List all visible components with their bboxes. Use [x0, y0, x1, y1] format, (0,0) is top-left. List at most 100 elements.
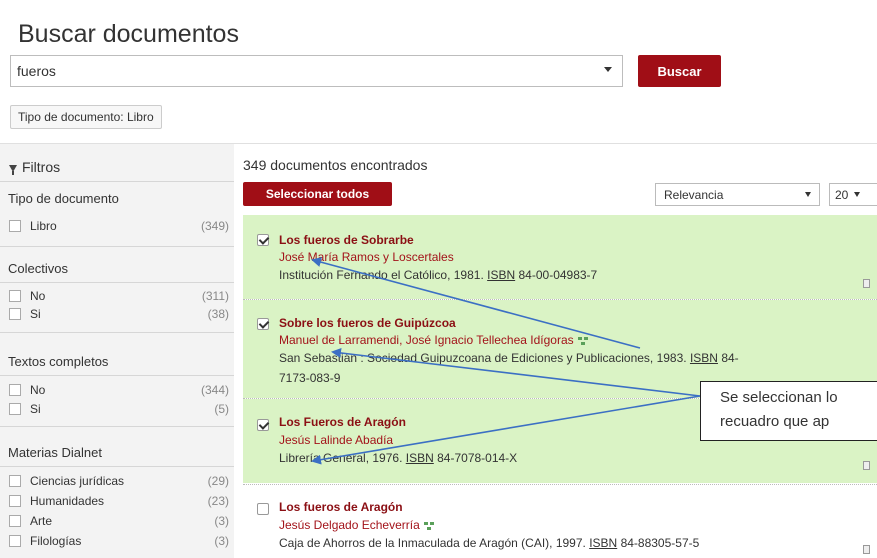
section-title-collectives: Colectivos: [8, 261, 68, 276]
checkbox[interactable]: [9, 220, 21, 232]
result-author-names[interactable]: Manuel de Larramendi, José Ignacio Telle…: [279, 333, 574, 347]
search-input[interactable]: fueros: [10, 55, 623, 87]
filter-option-legal-sciences[interactable]: Ciencias jurídicas (29): [9, 474, 229, 490]
checkbox[interactable]: [9, 495, 21, 507]
isbn-label: ISBN: [405, 451, 434, 465]
sort-select[interactable]: Relevancia: [655, 183, 820, 206]
divider: [0, 332, 234, 333]
result-author-names[interactable]: Jesús Delgado Echeverría: [279, 518, 420, 532]
filter-option-count: (5): [214, 402, 229, 416]
isbn-continued: 7173-083-9: [279, 371, 341, 385]
result-publication: Institución Fernando el Católico, 1981. …: [279, 268, 597, 282]
result-checkbox[interactable]: [257, 503, 269, 515]
filter-option-label: Filologías: [30, 534, 82, 548]
isbn-label: ISBN: [589, 536, 618, 550]
result-checkbox[interactable]: [257, 419, 270, 431]
chevron-down-icon[interactable]: [805, 192, 811, 197]
section-title-full-texts: Textos completos: [8, 354, 109, 369]
result-author[interactable]: Jesús Lalinde Abadía: [279, 433, 393, 447]
result-publisher: Caja de Ahorros de la Inmaculada de Arag…: [279, 536, 586, 550]
result-author[interactable]: Jesús Delgado Echeverría: [279, 518, 436, 532]
document-icon[interactable]: [863, 545, 870, 554]
isbn-value: 84-88305-57-5: [620, 536, 700, 550]
result-title[interactable]: Los fueros de Sobrarbe: [279, 233, 414, 247]
filter-option-count: (311): [201, 289, 229, 303]
search-input-value: fueros: [17, 63, 56, 79]
document-icon[interactable]: [863, 461, 870, 470]
filter-option-label: No: [30, 289, 46, 303]
filter-option-count: (349): [200, 219, 229, 233]
isbn-value: 84-: [721, 351, 739, 365]
result-publication: San Sebastián : Sociedad Guipuzcoana de …: [279, 351, 739, 365]
divider: [0, 181, 234, 182]
filter-option-philologies[interactable]: Filologías (3): [9, 534, 229, 550]
filter-option-label: Arte: [30, 514, 53, 528]
search-button[interactable]: Buscar: [638, 55, 721, 87]
filter-option-label: Si: [30, 307, 41, 321]
checkmark-icon: [258, 234, 270, 245]
chevron-down-icon[interactable]: [854, 192, 860, 197]
filter-option-label: Ciencias jurídicas: [30, 474, 125, 488]
filter-option-count: (3): [214, 534, 229, 548]
isbn-value: 84-7078-014-X: [437, 451, 518, 465]
active-filter-chip[interactable]: Tipo de documento: Libro: [10, 105, 162, 129]
per-page-select[interactable]: 20: [829, 183, 877, 206]
per-page-value: 20: [835, 188, 849, 202]
filter-icon-stem: [12, 171, 14, 175]
annotation-callout: Se seleccionan lo recuadro que ap: [700, 381, 877, 441]
result-title[interactable]: Los fueros de Aragón: [279, 500, 403, 514]
filter-option-libro[interactable]: Libro (349): [9, 219, 229, 235]
filters-sidebar: Filtros Tipo de documento Libro (349) Co…: [0, 144, 234, 558]
filter-option-humanities[interactable]: Humanidades (23): [9, 494, 229, 510]
filter-option-label: Si: [30, 402, 41, 416]
section-title-document-type: Tipo de documento: [8, 191, 119, 206]
filter-option-count: (29): [207, 474, 229, 488]
filter-option-label: Libro: [30, 219, 57, 233]
filter-option-fulltext-si[interactable]: Si (5): [9, 402, 229, 418]
result-item: Los fueros de Sobrarbe José María Ramos …: [243, 215, 877, 299]
filter-option-count: (38): [207, 307, 229, 321]
filter-option-fulltext-no[interactable]: No (344): [9, 383, 229, 399]
isbn-label: ISBN: [487, 268, 516, 282]
select-all-button[interactable]: Seleccionar todos: [243, 182, 392, 206]
filter-option-collectives-si[interactable]: Si (38): [9, 307, 229, 323]
result-checkbox[interactable]: [257, 318, 270, 330]
network-icon: [577, 336, 590, 345]
callout-line-1: Se seleccionan lo: [720, 389, 838, 406]
chevron-down-icon[interactable]: [604, 67, 612, 72]
filter-option-collectives-no[interactable]: No (311): [9, 289, 229, 305]
result-publisher: San Sebastián : Sociedad Guipuzcoana de …: [279, 351, 687, 365]
callout-line-2: recuadro que ap: [720, 413, 830, 430]
checkmark-icon: [258, 318, 270, 329]
isbn-label: ISBN: [689, 351, 718, 365]
page-title: Buscar documentos: [18, 20, 239, 48]
checkbox[interactable]: [9, 515, 21, 527]
checkbox[interactable]: [9, 384, 21, 396]
result-title[interactable]: Sobre los fueros de Guipúzcoa: [279, 316, 456, 330]
result-author[interactable]: Manuel de Larramendi, José Ignacio Telle…: [279, 333, 590, 347]
network-icon: [423, 521, 436, 530]
filter-option-label: No: [30, 383, 46, 397]
checkbox[interactable]: [9, 535, 21, 547]
divider: [0, 246, 234, 247]
result-checkbox[interactable]: [257, 234, 270, 246]
result-publisher: Librería General, 1976.: [279, 451, 403, 465]
divider: [0, 375, 234, 376]
filter-option-art[interactable]: Arte (3): [9, 514, 229, 530]
result-publication: Librería General, 1976. ISBN 84-7078-014…: [279, 451, 517, 465]
result-title[interactable]: Los Fueros de Aragón: [279, 415, 406, 429]
filter-option-count: (3): [214, 514, 229, 528]
checkbox[interactable]: [9, 403, 21, 415]
filters-title: Filtros: [22, 159, 61, 175]
checkbox[interactable]: [9, 308, 21, 320]
checkmark-icon: [258, 419, 270, 430]
result-publication: Caja de Ahorros de la Inmaculada de Arag…: [279, 536, 699, 550]
document-icon[interactable]: [863, 279, 870, 288]
results-count: 349 documentos encontrados: [243, 157, 428, 173]
result-publisher: Institución Fernando el Católico, 1981.: [279, 268, 484, 282]
checkbox[interactable]: [9, 475, 21, 487]
checkbox[interactable]: [9, 290, 21, 302]
result-author[interactable]: José María Ramos y Loscertales: [279, 250, 454, 264]
section-title-dialnet-subjects: Materias Dialnet: [8, 445, 102, 460]
isbn-value: 84-00-04983-7: [518, 268, 598, 282]
